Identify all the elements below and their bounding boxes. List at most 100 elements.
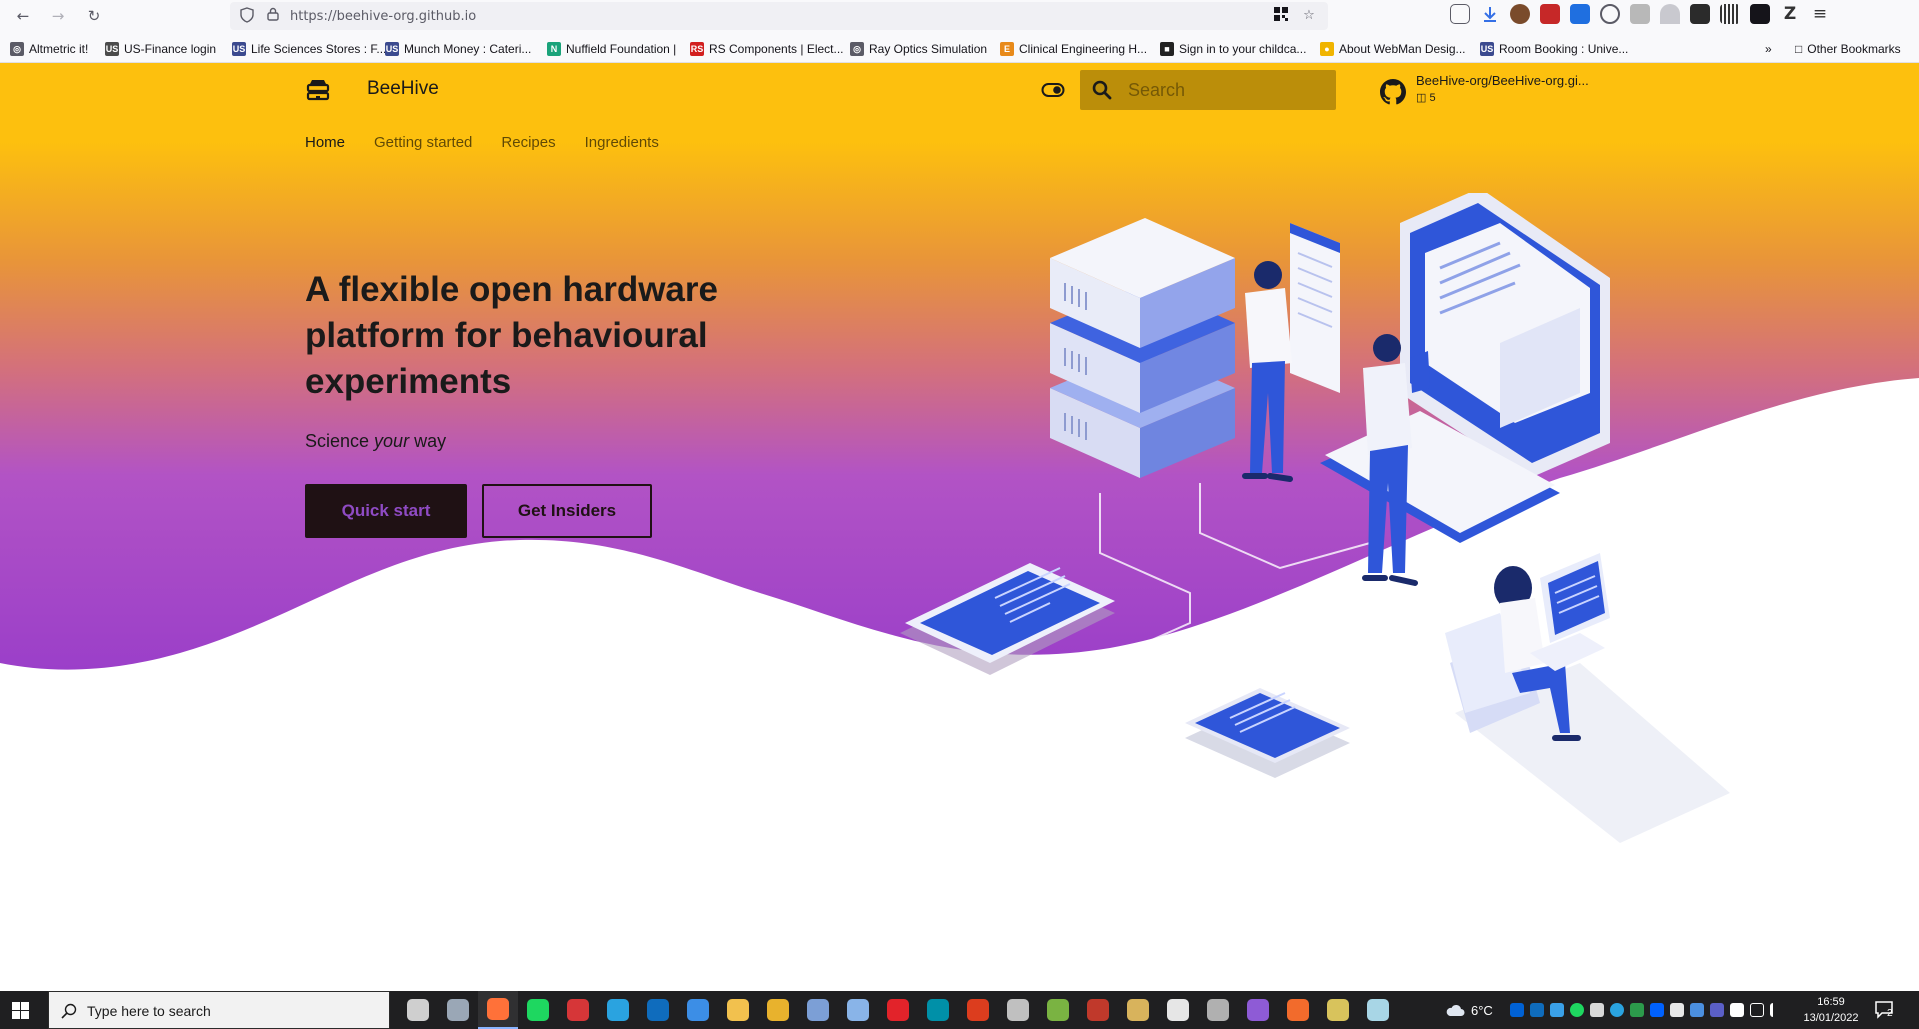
- bookmark-item[interactable]: ● About WebMan Desig...: [1320, 40, 1466, 58]
- lock-icon[interactable]: [264, 7, 282, 25]
- browser-chrome: ← → ↻ ☆ Z: [0, 0, 1919, 63]
- outlook-tray-icon[interactable]: [1530, 1003, 1544, 1017]
- app-orange-icon[interactable]: [1278, 991, 1318, 1029]
- slack-icon[interactable]: [758, 991, 798, 1029]
- firefox-icon[interactable]: [478, 991, 518, 1029]
- office-icon[interactable]: [958, 991, 998, 1029]
- app-red2-icon[interactable]: [878, 991, 918, 1029]
- taskbar-search[interactable]: [48, 991, 390, 1029]
- url-input[interactable]: [290, 6, 1190, 26]
- cables: [1099, 483, 1371, 664]
- taskbar-search-input[interactable]: [87, 1001, 377, 1021]
- pen-tray-icon[interactable]: [1730, 1003, 1744, 1017]
- telegram-tray-icon[interactable]: [1610, 1003, 1624, 1017]
- download-icon[interactable]: [1480, 4, 1500, 24]
- site-title[interactable]: BeeHive: [367, 78, 439, 100]
- bluetooth-tray-icon[interactable]: [1690, 1003, 1704, 1017]
- profile-avatar-icon[interactable]: [1510, 4, 1530, 24]
- bookmark-item[interactable]: ◎ Altmetric it!: [10, 40, 88, 58]
- system-tray: [1510, 991, 1784, 1029]
- bookmark-label: RS Components | Elect...: [709, 42, 844, 56]
- library-icon[interactable]: [1720, 4, 1740, 24]
- url-bar[interactable]: ☆: [230, 2, 1328, 30]
- github-desktop-icon[interactable]: [1238, 991, 1278, 1029]
- bookmark-item[interactable]: US Life Sciences Stores : F...: [232, 40, 386, 58]
- app-blue-icon[interactable]: [838, 991, 878, 1029]
- notification-center[interactable]: 2: [1874, 1000, 1896, 1020]
- r-icon[interactable]: [798, 991, 838, 1029]
- telegram-icon[interactable]: [598, 991, 638, 1029]
- star-bookmark-icon[interactable]: ☆: [1300, 7, 1318, 25]
- reload-icon[interactable]: ↻: [83, 5, 105, 27]
- app-doc-icon[interactable]: [1118, 991, 1158, 1029]
- folder-icon[interactable]: [718, 991, 758, 1029]
- app-paint-icon[interactable]: [1358, 991, 1398, 1029]
- app-icon-glyph: [727, 999, 749, 1021]
- bookmark-item[interactable]: N Nuffield Foundation |: [547, 40, 676, 58]
- extensions-grid-icon[interactable]: [1750, 4, 1770, 24]
- bookmark-item[interactable]: RS RS Components | Elect...: [690, 40, 844, 58]
- bookmark-item[interactable]: US Munch Money : Cateri...: [385, 40, 531, 58]
- pocket-icon[interactable]: [1450, 4, 1470, 24]
- side-panel: [1290, 223, 1340, 393]
- inkscape-icon[interactable]: [1158, 991, 1198, 1029]
- store-icon[interactable]: [678, 991, 718, 1029]
- tab-ingredients[interactable]: Ingredients: [585, 134, 659, 151]
- file-explorer-icon[interactable]: [438, 991, 478, 1029]
- color-scheme-toggle-icon[interactable]: [1041, 82, 1065, 98]
- repository-link[interactable]: BeeHive-org/BeeHive-org.gi... ◫ 5: [1380, 73, 1600, 109]
- menu-icon[interactable]: ≡: [1810, 4, 1830, 24]
- bookmark-item[interactable]: ◎ Ray Optics Simulation: [850, 40, 987, 58]
- windows-start-icon[interactable]: [12, 1002, 29, 1019]
- tab-getting-started[interactable]: Getting started: [374, 134, 472, 151]
- outlook-icon[interactable]: [638, 991, 678, 1029]
- qr-code-icon[interactable]: [1272, 7, 1290, 25]
- tab-home[interactable]: Home: [305, 134, 345, 151]
- us-icon: US: [1480, 42, 1494, 56]
- app-icon-glyph: [527, 999, 549, 1021]
- extension-dark-icon[interactable]: [1690, 4, 1710, 24]
- spotify-tray-icon[interactable]: [1570, 1003, 1584, 1017]
- bookmark-item[interactable]: US Room Booking : Unive...: [1480, 40, 1628, 58]
- tray-misc-icon[interactable]: [1590, 1003, 1604, 1017]
- quick-start-button[interactable]: Quick start: [305, 484, 467, 538]
- extension-c-icon[interactable]: [1600, 4, 1620, 24]
- app-fo-icon[interactable]: [1078, 991, 1118, 1029]
- taskbar-clock[interactable]: 16:59 13/01/2022: [1796, 994, 1866, 1026]
- bookmarks-overflow-icon[interactable]: »: [1765, 40, 1772, 58]
- tab-recipes[interactable]: Recipes: [501, 134, 555, 151]
- beehive-logo-icon[interactable]: [305, 77, 331, 103]
- other-bookmarks[interactable]: □ Other Bookmarks: [1795, 40, 1901, 58]
- box-tray-icon[interactable]: [1510, 1003, 1524, 1017]
- bookmark-item[interactable]: ■ Sign in to your childca...: [1160, 40, 1306, 58]
- dropbox-tray-icon[interactable]: [1650, 1003, 1664, 1017]
- extension-grey-icon[interactable]: [1630, 4, 1650, 24]
- teams-tray-icon[interactable]: [1710, 1003, 1724, 1017]
- app-misc-icon[interactable]: [1198, 991, 1238, 1029]
- globe-app-icon[interactable]: [1038, 991, 1078, 1029]
- terminal-icon[interactable]: [998, 991, 1038, 1029]
- security-tray-icon[interactable]: [1670, 1003, 1684, 1017]
- volume-tray-icon[interactable]: [1770, 1003, 1784, 1017]
- app-red-icon[interactable]: [558, 991, 598, 1029]
- bookmark-item[interactable]: US US-Finance login: [105, 40, 216, 58]
- search-input[interactable]: [1128, 79, 1323, 101]
- shield-icon[interactable]: [238, 7, 256, 25]
- task-view-icon[interactable]: [398, 991, 438, 1029]
- forward-arrow-icon[interactable]: →: [47, 5, 69, 27]
- spotify-icon[interactable]: [518, 991, 558, 1029]
- bookmark-item[interactable]: E Clinical Engineering H...: [1000, 40, 1147, 58]
- site-search[interactable]: [1080, 70, 1336, 110]
- extension-arc-icon[interactable]: [1660, 4, 1680, 24]
- weather-widget[interactable]: 6°C: [1445, 991, 1493, 1029]
- app-brush-icon[interactable]: [1318, 991, 1358, 1029]
- arduino-icon[interactable]: [918, 991, 958, 1029]
- network-tray-icon[interactable]: [1750, 1003, 1764, 1017]
- extension-red-icon[interactable]: [1540, 4, 1560, 24]
- tray-green-icon[interactable]: [1630, 1003, 1644, 1017]
- back-arrow-icon[interactable]: ←: [12, 5, 34, 27]
- zotero-icon[interactable]: Z: [1780, 4, 1800, 24]
- onedrive-tray-icon[interactable]: [1550, 1003, 1564, 1017]
- get-insiders-button[interactable]: Get Insiders: [482, 484, 652, 538]
- extension-d-icon[interactable]: [1570, 4, 1590, 24]
